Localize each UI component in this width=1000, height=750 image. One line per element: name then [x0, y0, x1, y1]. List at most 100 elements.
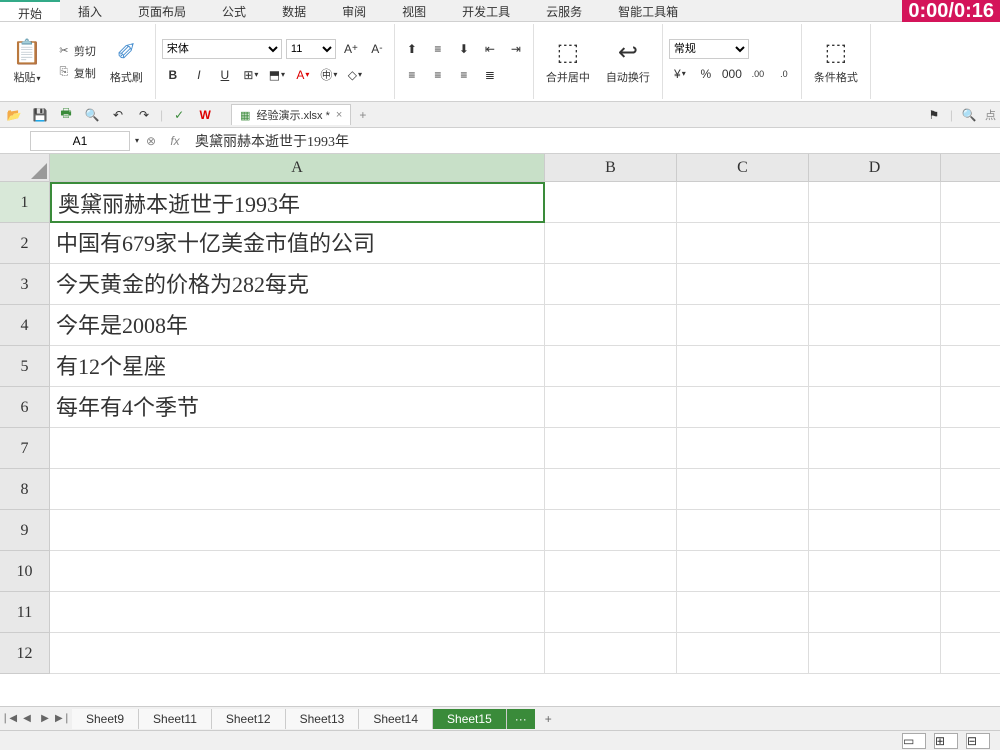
cell[interactable]: [677, 182, 809, 223]
cell[interactable]: [809, 387, 941, 428]
cell[interactable]: [677, 346, 809, 387]
row-header[interactable]: 11: [0, 592, 50, 633]
document-tab[interactable]: ▦ 经验演示.xlsx * ×: [231, 104, 351, 125]
wrap-text-button[interactable]: ↩ 自动换行: [600, 36, 656, 87]
increase-font-button[interactable]: A+: [340, 38, 362, 60]
cell[interactable]: [941, 264, 1000, 305]
cell[interactable]: [941, 428, 1000, 469]
row-header[interactable]: 9: [0, 510, 50, 551]
cell[interactable]: [50, 633, 545, 674]
cell[interactable]: [545, 182, 677, 223]
cancel-formula-button[interactable]: ⊗: [139, 134, 163, 148]
cell[interactable]: [677, 551, 809, 592]
cell[interactable]: [809, 469, 941, 510]
row-header[interactable]: 8: [0, 469, 50, 510]
search-icon[interactable]: 🔍: [959, 105, 979, 125]
cell[interactable]: [809, 592, 941, 633]
decrease-decimal-button[interactable]: .0: [773, 63, 795, 85]
sheet-tab-active[interactable]: Sheet15: [433, 709, 507, 729]
cell[interactable]: [941, 223, 1000, 264]
cell[interactable]: [677, 633, 809, 674]
open-button[interactable]: 📂: [4, 105, 24, 125]
wps-logo-icon[interactable]: W: [195, 105, 215, 125]
percent-button[interactable]: %: [695, 63, 717, 85]
sheet-tab[interactable]: Sheet9: [72, 709, 139, 729]
number-format-select[interactable]: 常规: [669, 39, 749, 59]
cell[interactable]: [545, 633, 677, 674]
cut-button[interactable]: ✂剪切: [52, 41, 100, 61]
fill-color-button[interactable]: ⬒▾: [266, 64, 288, 86]
menu-review[interactable]: 审阅: [324, 0, 384, 21]
cell[interactable]: [809, 346, 941, 387]
cell[interactable]: [809, 633, 941, 674]
cell-a1[interactable]: 奥黛丽赫本逝世于1993年: [50, 182, 545, 223]
save-button[interactable]: 💾: [30, 105, 50, 125]
row-header[interactable]: 5: [0, 346, 50, 387]
sheet-tab[interactable]: Sheet12: [212, 709, 286, 729]
new-tab-button[interactable]: +: [351, 106, 374, 124]
row-header[interactable]: 1: [0, 182, 50, 223]
decrease-font-button[interactable]: A-: [366, 38, 388, 60]
break-view-button[interactable]: ⊟: [966, 733, 990, 749]
cell[interactable]: [677, 469, 809, 510]
cell[interactable]: [50, 469, 545, 510]
menu-start[interactable]: 开始: [0, 0, 60, 21]
menu-page-layout[interactable]: 页面布局: [120, 0, 204, 21]
cell[interactable]: [941, 469, 1000, 510]
cell[interactable]: 每年有4个季节: [50, 387, 545, 428]
cell[interactable]: [677, 510, 809, 551]
cell[interactable]: [545, 428, 677, 469]
close-tab-button[interactable]: ×: [336, 109, 342, 121]
cell[interactable]: [545, 551, 677, 592]
menu-data[interactable]: 数据: [264, 0, 324, 21]
cell[interactable]: [809, 305, 941, 346]
format-painter-button[interactable]: ✐ 格式刷: [104, 36, 149, 87]
cell[interactable]: [809, 182, 941, 223]
currency-button[interactable]: ¥▾: [669, 63, 691, 85]
clear-format-button[interactable]: ◇▾: [344, 64, 366, 86]
menu-smart-toolbox[interactable]: 智能工具箱: [600, 0, 696, 21]
font-name-select[interactable]: 宋体: [162, 39, 282, 59]
col-header-c[interactable]: C: [677, 154, 809, 182]
cell[interactable]: [545, 223, 677, 264]
col-header-d[interactable]: D: [809, 154, 941, 182]
page-view-button[interactable]: ⊞: [934, 733, 958, 749]
cell[interactable]: [941, 346, 1000, 387]
cell[interactable]: [941, 387, 1000, 428]
sheet-nav-next[interactable]: ▶: [36, 713, 54, 724]
sheet-more-button[interactable]: ···: [507, 709, 535, 729]
cell[interactable]: [941, 592, 1000, 633]
distribute-button[interactable]: ≣: [479, 64, 501, 86]
accept-button[interactable]: ✓: [169, 105, 189, 125]
row-header[interactable]: 3: [0, 264, 50, 305]
cell[interactable]: [677, 264, 809, 305]
formula-input[interactable]: 奥黛丽赫本逝世于1993年: [187, 129, 1000, 153]
cell[interactable]: [677, 387, 809, 428]
cell[interactable]: [50, 510, 545, 551]
select-all-corner[interactable]: [0, 154, 50, 182]
cell[interactable]: [50, 592, 545, 633]
align-right-button[interactable]: ≡: [453, 64, 475, 86]
undo-button[interactable]: ↶: [108, 105, 128, 125]
indent-increase-button[interactable]: ⇥: [505, 38, 527, 60]
cell[interactable]: [545, 510, 677, 551]
cell[interactable]: [545, 346, 677, 387]
underline-button[interactable]: U: [214, 64, 236, 86]
cell[interactable]: [809, 264, 941, 305]
print-button[interactable]: 🖶: [56, 105, 76, 125]
cell[interactable]: [809, 223, 941, 264]
font-size-select[interactable]: 11: [286, 39, 336, 59]
cell[interactable]: [677, 428, 809, 469]
sheet-nav-first[interactable]: ❘◀: [0, 713, 18, 724]
sheet-tab[interactable]: Sheet14: [359, 709, 433, 729]
font-color-button[interactable]: A▾: [292, 64, 314, 86]
name-box[interactable]: [30, 131, 130, 151]
add-sheet-button[interactable]: +: [535, 709, 562, 729]
italic-button[interactable]: I: [188, 64, 210, 86]
indent-decrease-button[interactable]: ⇤: [479, 38, 501, 60]
phonetic-button[interactable]: ㊥▾: [318, 64, 340, 86]
sheet-nav-last[interactable]: ▶❘: [54, 713, 72, 724]
merge-center-button[interactable]: ⬚ 合并居中: [540, 36, 596, 87]
align-bottom-button[interactable]: ⬇: [453, 38, 475, 60]
comma-button[interactable]: 000: [721, 63, 743, 85]
